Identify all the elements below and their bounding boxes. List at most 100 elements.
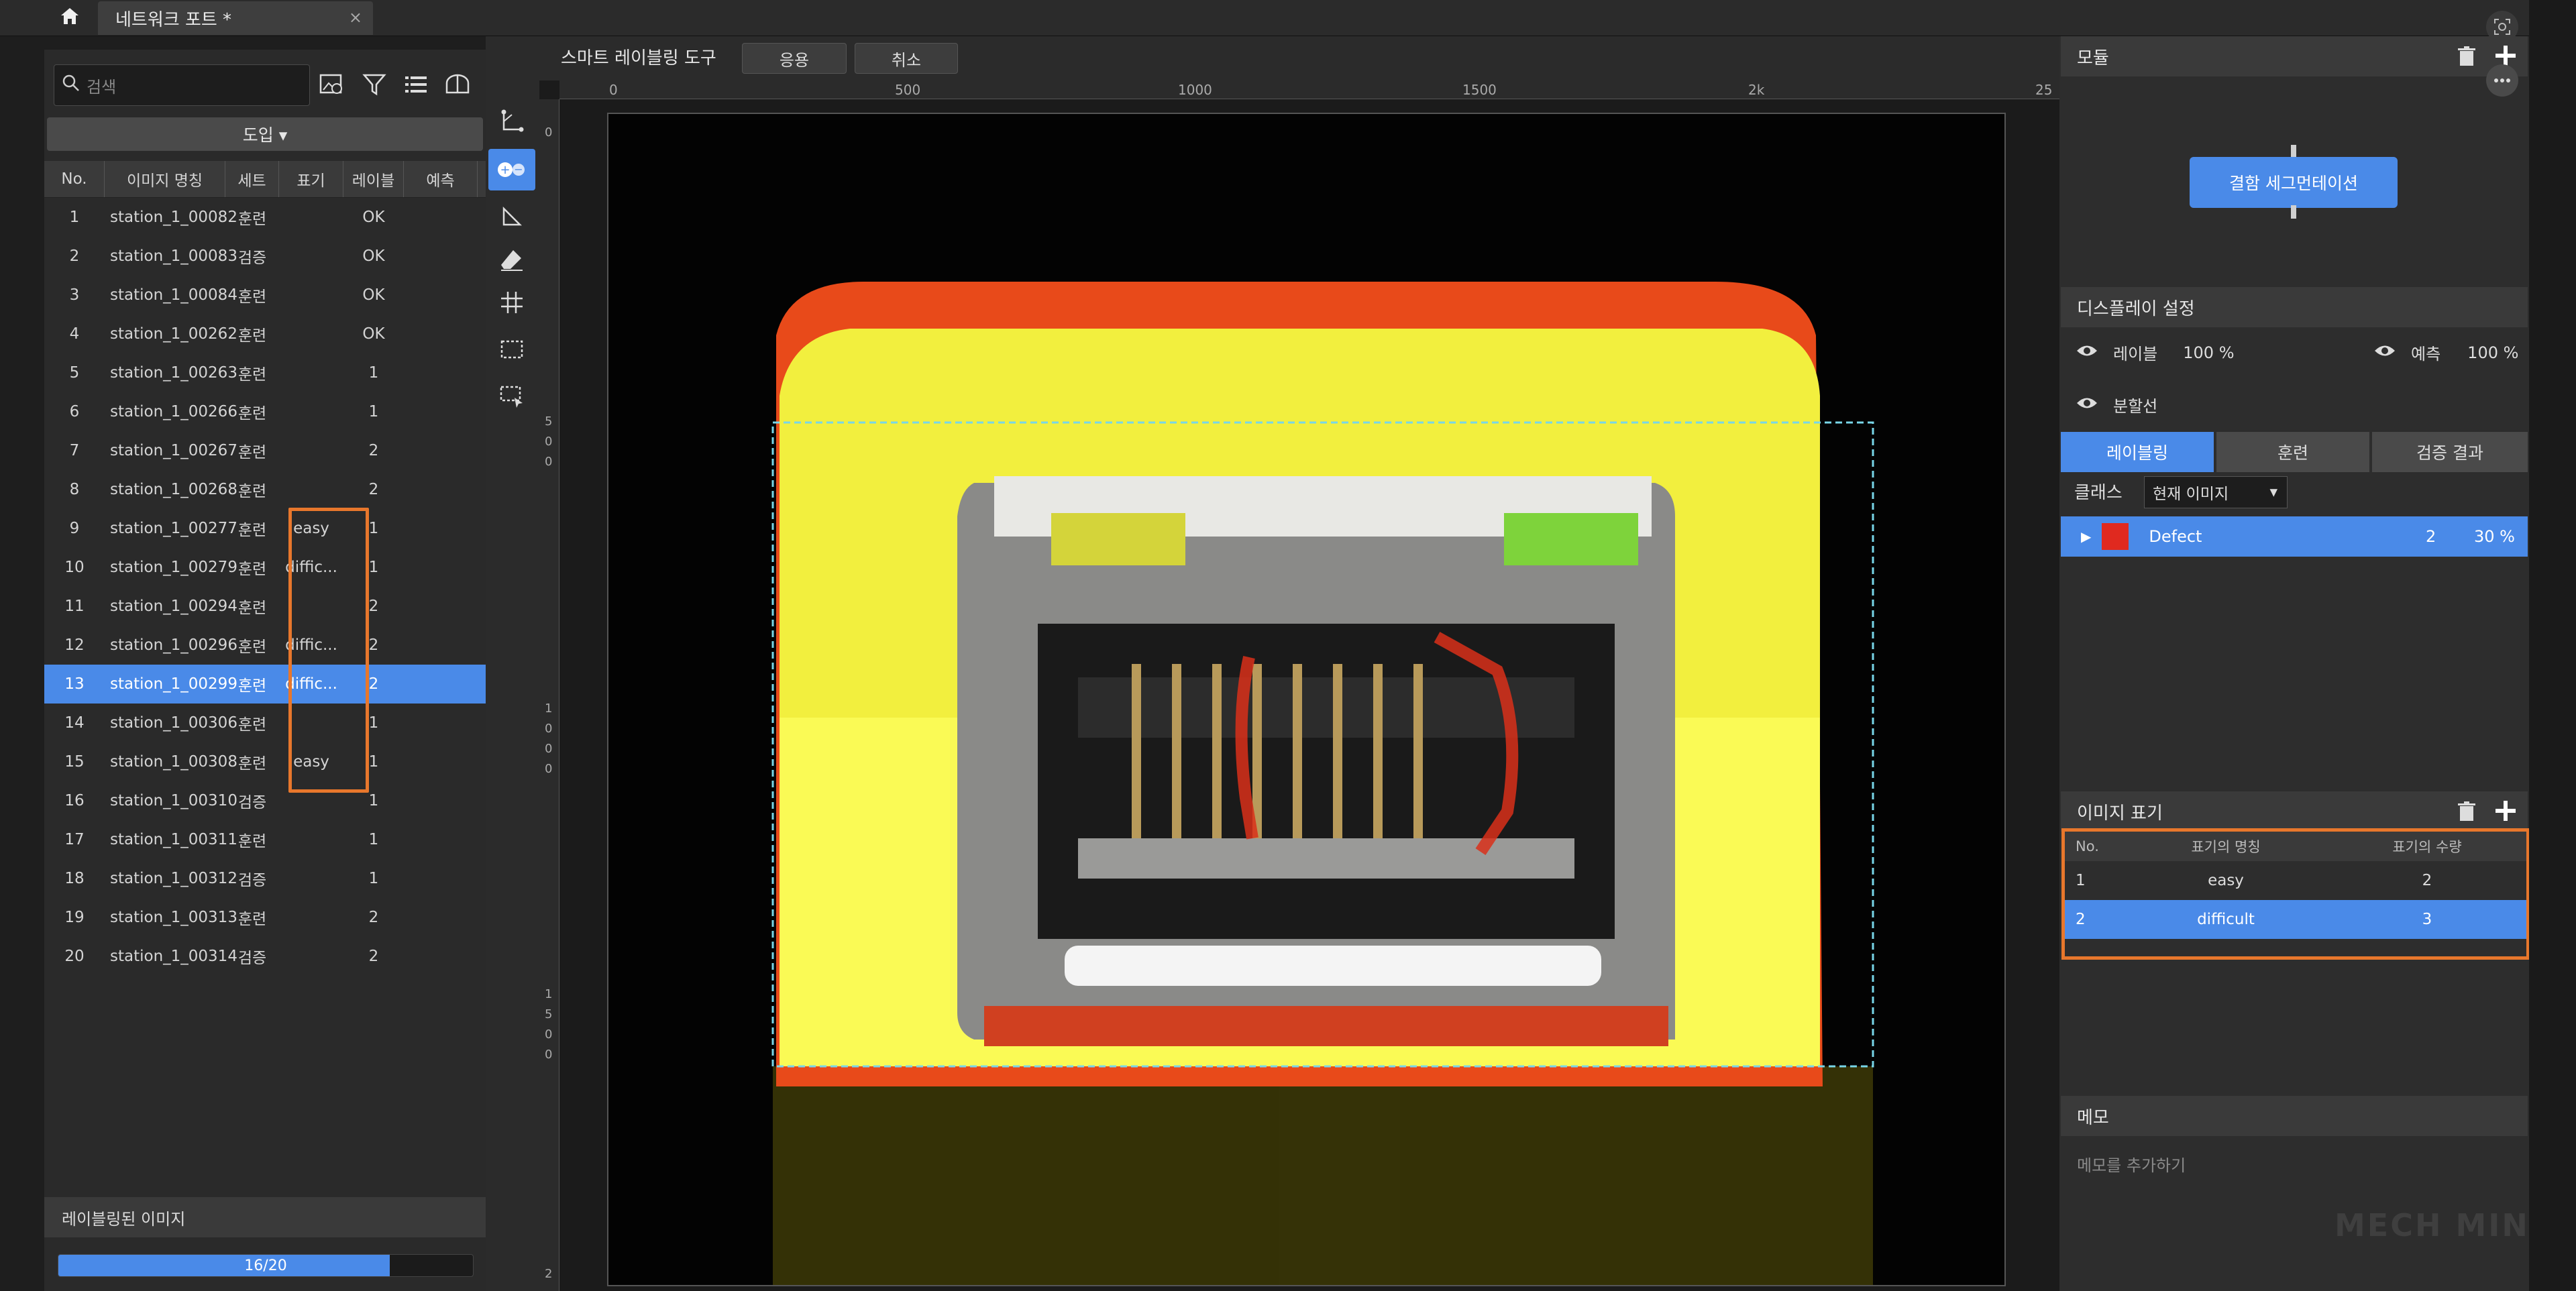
table-row[interactable]: 5 station_1_00263 훈련 1: [44, 353, 486, 392]
cell-prediction: [404, 937, 478, 976]
screenshot-icon[interactable]: [2486, 11, 2518, 43]
class-scope-select[interactable]: 현재 이미지 ▾: [2144, 476, 2288, 508]
cell-prediction: [404, 431, 478, 470]
delete-tag-icon[interactable]: [2457, 801, 2477, 822]
eye-icon[interactable]: [2076, 396, 2098, 414]
class-scope-value: 현재 이미지: [2153, 486, 2229, 503]
dataset-split-icon[interactable]: [440, 67, 475, 102]
tab-training[interactable]: 훈련: [2216, 432, 2369, 472]
table-row[interactable]: 11 station_1_00294 훈련 2: [44, 587, 486, 626]
cell-no: 14: [64, 714, 85, 732]
column-header-name[interactable]: 이미지 명칭: [105, 161, 225, 197]
svg-text:+: +: [500, 163, 510, 177]
table-row[interactable]: 18 station_1_00312 검증 1: [44, 859, 486, 898]
add-tag-icon[interactable]: [2494, 799, 2517, 822]
label-visibility-row: 레이블 100 %: [2076, 341, 2235, 364]
tab-labeling[interactable]: 레이블링: [2061, 432, 2214, 472]
cell-set: 훈련: [237, 366, 267, 384]
cell-tag: [279, 820, 343, 859]
import-button[interactable]: 도입 ▾: [47, 117, 483, 151]
add-module-icon[interactable]: [2494, 44, 2517, 67]
cell-set: 훈련: [237, 405, 267, 423]
cell-prediction: [404, 704, 478, 742]
cell-prediction: [404, 509, 478, 548]
filter-icon[interactable]: [357, 67, 392, 102]
eye-icon[interactable]: [2076, 343, 2098, 362]
roi-select-icon[interactable]: [488, 376, 535, 417]
table-row[interactable]: 12 station_1_00296 훈련 diffic... 2: [44, 626, 486, 665]
more-options-icon[interactable]: [2486, 64, 2518, 97]
ruler-tick: 500: [895, 82, 921, 98]
image-filter-icon[interactable]: [315, 67, 350, 102]
cell-image-name: station_1_00083: [110, 247, 237, 265]
table-row[interactable]: 16 station_1_00310 검증 1: [44, 781, 486, 820]
home-button[interactable]: [48, 0, 91, 36]
column-header-set[interactable]: 세트: [225, 161, 279, 197]
delete-module-icon[interactable]: [2457, 46, 2477, 67]
eraser-icon[interactable]: [488, 239, 535, 280]
cell-set: 훈련: [237, 716, 267, 734]
cell-image-name: station_1_00308: [110, 753, 237, 771]
table-row[interactable]: 20 station_1_00314 검증 2: [44, 937, 486, 976]
apply-button[interactable]: 응용: [742, 43, 847, 74]
image-tag-header: 이미지 표기: [2061, 791, 2528, 832]
cell-set: 훈련: [237, 911, 267, 928]
cell-tag: [279, 315, 343, 353]
table-row[interactable]: 3 station_1_00084 훈련 OK: [44, 276, 486, 315]
cell-no: 4: [69, 325, 80, 343]
rectangle-select-icon[interactable]: [488, 329, 535, 370]
table-row[interactable]: 2 station_1_00083 검증 OK: [44, 237, 486, 276]
expand-arrow-icon[interactable]: ▶: [2081, 528, 2091, 545]
close-tab-icon[interactable]: ×: [349, 8, 362, 27]
cancel-button[interactable]: 취소: [855, 43, 958, 74]
table-row[interactable]: 9 station_1_00277 훈련 easy 1: [44, 509, 486, 548]
smart-labeling-tool-icon[interactable]: + −: [488, 149, 535, 190]
list-view-icon[interactable]: [398, 67, 433, 102]
triangle-tool-icon[interactable]: [488, 196, 535, 237]
class-color-swatch[interactable]: [2102, 523, 2129, 550]
table-row[interactable]: 14 station_1_00306 훈련 1: [44, 704, 486, 742]
label-opacity-value[interactable]: 100 %: [2183, 343, 2234, 362]
ruler-tick: 5 0 0: [545, 414, 553, 469]
search-input[interactable]: 검색: [54, 64, 310, 106]
column-header-label[interactable]: 레이블: [343, 161, 404, 197]
tab-network-port[interactable]: 네트워크 포트 * ×: [98, 1, 373, 35]
cell-image-name: station_1_00084: [110, 286, 237, 304]
grid-tool-icon[interactable]: [488, 282, 535, 323]
table-row[interactable]: 1 station_1_00082 훈련 OK: [44, 198, 486, 237]
table-row[interactable]: 15 station_1_00308 훈련 easy 1: [44, 742, 486, 781]
class-percent: 30 %: [2474, 527, 2515, 546]
cell-image-name: station_1_00306: [110, 714, 237, 732]
table-row[interactable]: 8 station_1_00268 훈련 2: [44, 470, 486, 509]
eye-icon[interactable]: [2373, 343, 2396, 362]
table-row[interactable]: 17 station_1_00311 훈련 1: [44, 820, 486, 859]
table-row[interactable]: 19 station_1_00313 훈련 2: [44, 898, 486, 937]
prediction-opacity-value[interactable]: 100 %: [2467, 343, 2518, 362]
memo-input[interactable]: 메모를 추가하기: [2077, 1152, 2186, 1176]
cell-set: 훈련: [237, 522, 267, 539]
tab-validation-results[interactable]: 검증 결과: [2372, 432, 2528, 472]
defect-segmentation-module[interactable]: 결함 세그먼테이션: [2190, 157, 2398, 208]
cell-image-name: station_1_00313: [110, 909, 237, 926]
column-header-prediction[interactable]: 예측: [404, 161, 478, 197]
column-header-tag[interactable]: 표기: [279, 161, 343, 197]
table-row[interactable]: 4 station_1_00262 훈련 OK: [44, 315, 486, 353]
cell-no: 13: [64, 675, 85, 693]
cell-label: OK: [362, 209, 385, 226]
table-row[interactable]: 7 station_1_00267 훈련 2: [44, 431, 486, 470]
cell-prediction: [404, 198, 478, 237]
column-header-no[interactable]: No.: [44, 161, 105, 197]
search-placeholder: 검색: [87, 77, 117, 97]
class-row-defect[interactable]: ▶ Defect 2 30 %: [2061, 516, 2528, 557]
cell-tag: [279, 859, 343, 898]
polygon-tool-icon[interactable]: [488, 101, 535, 142]
labeling-image[interactable]: [607, 113, 2006, 1286]
table-row[interactable]: 10 station_1_00279 훈련 diffic... 1: [44, 548, 486, 587]
ruler-tick: 2: [545, 1267, 553, 1281]
table-row[interactable]: 13 station_1_00299 훈련 diffic... 2: [44, 665, 486, 704]
split-line-label: 분할선: [2113, 397, 2158, 416]
table-row[interactable]: 6 station_1_00266 훈련 1: [44, 392, 486, 431]
cell-tag: [279, 237, 343, 276]
cell-tag: [279, 392, 343, 431]
tag-table-highlight: [2061, 828, 2530, 960]
